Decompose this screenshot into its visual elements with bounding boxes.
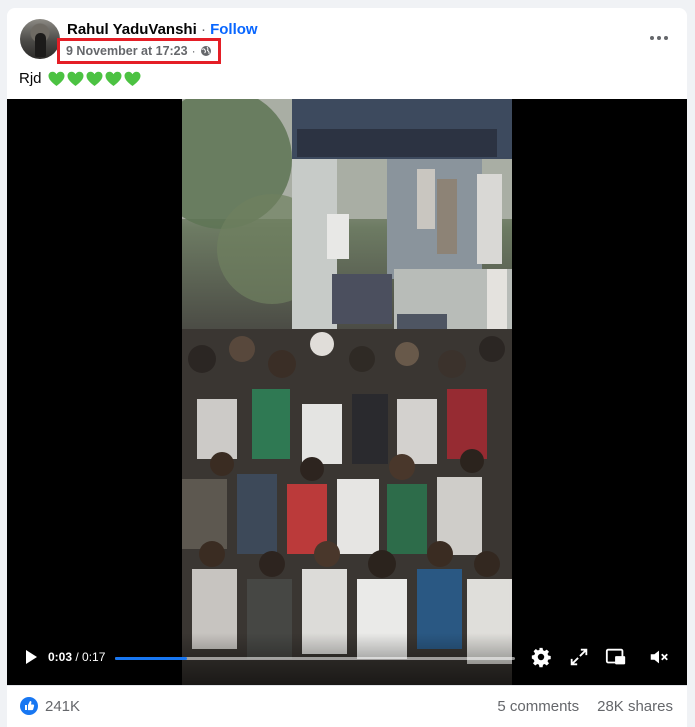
video-player[interactable]: 0:03 / 0:17 bbox=[7, 99, 687, 685]
progress-bar[interactable] bbox=[115, 657, 515, 660]
mute-icon[interactable] bbox=[648, 646, 670, 668]
video-controls: 0:03 / 0:17 bbox=[7, 633, 687, 685]
avatar[interactable] bbox=[20, 19, 60, 59]
green-hearts bbox=[48, 71, 141, 87]
video-frame[interactable] bbox=[182, 99, 512, 685]
share-count[interactable]: 28K shares bbox=[597, 698, 673, 715]
meta-separator: · bbox=[191, 44, 196, 58]
duration: 0:17 bbox=[82, 650, 106, 664]
progress-fill bbox=[115, 657, 187, 660]
green-heart-icon bbox=[105, 71, 122, 86]
green-heart-icon bbox=[124, 71, 141, 86]
engagement-stats: 5 comments 28K shares bbox=[497, 698, 673, 715]
author-name[interactable]: Rahul YaduVanshi bbox=[67, 21, 197, 38]
post-message: Rjd bbox=[19, 70, 42, 87]
post-header: Rahul YaduVanshi · Follow bbox=[67, 21, 258, 38]
green-heart-icon bbox=[48, 71, 65, 86]
fullscreen-icon[interactable] bbox=[568, 646, 590, 668]
play-icon[interactable] bbox=[21, 647, 41, 667]
globe-icon bbox=[200, 46, 211, 56]
green-heart-icon bbox=[86, 71, 103, 86]
picture-in-picture-icon[interactable] bbox=[605, 646, 627, 668]
follow-button[interactable]: Follow bbox=[210, 21, 258, 38]
more-options-icon[interactable] bbox=[645, 28, 673, 48]
settings-icon[interactable] bbox=[530, 646, 552, 668]
post-timestamp[interactable]: 9 November at 17:23 bbox=[66, 44, 188, 58]
comment-count[interactable]: 5 comments bbox=[497, 698, 579, 715]
post-card: Rahul YaduVanshi · Follow 9 November at … bbox=[7, 8, 687, 727]
header-separator: · bbox=[200, 21, 206, 38]
video-timecode: 0:03 / 0:17 bbox=[48, 650, 105, 664]
like-count: 241K bbox=[45, 697, 81, 715]
like-icon bbox=[20, 697, 38, 715]
timestamp-highlight-box: 9 November at 17:23 · bbox=[57, 38, 221, 64]
reactions[interactable]: 241K bbox=[20, 697, 80, 715]
green-heart-icon bbox=[67, 71, 84, 86]
post-footer: 241K 5 comments 28K shares bbox=[7, 685, 687, 727]
time-separator: / bbox=[72, 650, 83, 664]
current-time: 0:03 bbox=[48, 650, 73, 664]
post-text: Rjd bbox=[19, 70, 141, 87]
